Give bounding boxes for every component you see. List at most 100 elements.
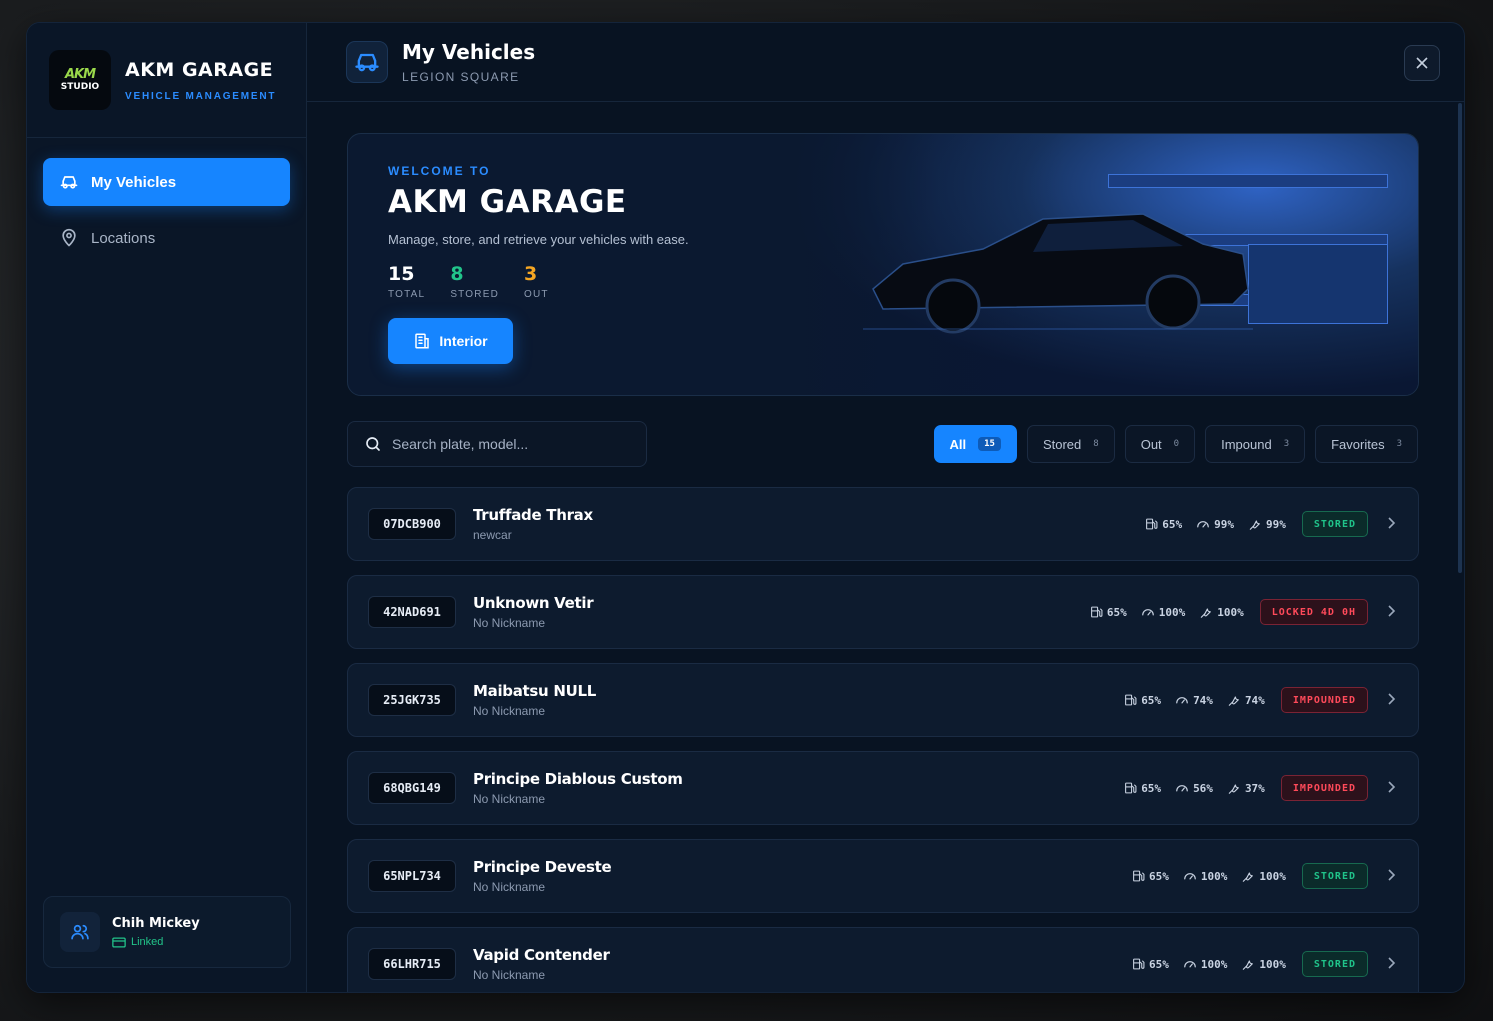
- chevron-right-icon: [1386, 604, 1396, 620]
- fuel-metric: 65%: [1145, 517, 1182, 531]
- fuel-value: 65%: [1149, 957, 1169, 971]
- logo-mark: AKM: [64, 66, 96, 82]
- status-badge: STORED: [1301, 951, 1368, 977]
- interior-button[interactable]: Interior: [388, 318, 513, 364]
- engine-metric: 56%: [1175, 781, 1213, 795]
- vehicle-nickname: No Nickname: [473, 880, 546, 894]
- status-badge: IMPOUNDED: [1280, 775, 1368, 801]
- engine-metric: 100%: [1183, 957, 1227, 971]
- vehicle-row[interactable]: 68QBG149 Principe Diablous Custom No Nic…: [347, 751, 1419, 825]
- filter-label: Favorites: [1331, 436, 1385, 452]
- garage-car-image: [778, 134, 1418, 395]
- vehicle-row[interactable]: 42NAD691 Unknown Vetir No Nickname 65% 1…: [347, 575, 1419, 649]
- stat-stored: 8 STORED: [450, 263, 499, 300]
- plate-badge: 07DCB900: [368, 508, 456, 540]
- chevron-right-icon: [1386, 868, 1396, 884]
- stat-value: 3: [524, 263, 538, 285]
- filter-stored[interactable]: Stored 8: [1026, 425, 1115, 463]
- filter-label: Impound: [1221, 436, 1272, 452]
- fuel-value: 65%: [1162, 517, 1183, 531]
- wrench-icon: [1249, 520, 1260, 530]
- plate-badge: 25JGK735: [368, 684, 456, 716]
- gauge-icon: [1176, 785, 1188, 792]
- user-status-label: Linked: [131, 936, 164, 948]
- map-pin-icon: [62, 228, 76, 247]
- stat-value: 8: [450, 263, 464, 285]
- sidebar-item-my-vehicles[interactable]: My Vehicles: [43, 158, 290, 206]
- chevron-right-icon: [1386, 692, 1396, 708]
- engine-value: 56%: [1193, 781, 1213, 795]
- fuel-icon: [1146, 518, 1158, 530]
- filter-out[interactable]: Out 0: [1124, 425, 1196, 463]
- vehicle-list: 07DCB900 Truffade Thrax newcar 65% 99% 9…: [347, 487, 1419, 992]
- sidebar: AKM STUDIO AKM GARAGE VEHICLE MANAGEMENT…: [27, 23, 307, 992]
- welcome-label: WELCOME TO: [388, 164, 491, 178]
- plate-badge: 68QBG149: [368, 772, 456, 804]
- sidebar-item-locations[interactable]: Locations: [43, 214, 290, 262]
- wrench-icon: [1243, 872, 1254, 882]
- wrench-icon: [1243, 960, 1254, 970]
- engine-value: 100%: [1200, 869, 1228, 883]
- body-value: 100%: [1259, 957, 1286, 971]
- vehicle-row[interactable]: 66LHR715 Vapid Contender No Nickname 65%…: [347, 927, 1419, 992]
- vehicle-metrics: 65% 99% 99% STORED: [1145, 511, 1368, 537]
- vehicle-row[interactable]: 65NPL734 Principe Deveste No Nickname 65…: [347, 839, 1419, 913]
- vehicle-name: Unknown Vetir: [473, 594, 594, 612]
- filter-count: 15: [978, 437, 1001, 451]
- gauge-icon: [1184, 961, 1196, 968]
- plate-badge: 66LHR715: [368, 948, 456, 980]
- hero-title: AKM GARAGE: [388, 184, 627, 220]
- location-subtitle: LEGION SQUARE: [402, 70, 520, 84]
- vehicle-nickname: No Nickname: [473, 704, 546, 718]
- body-value: 100%: [1259, 869, 1286, 883]
- gauge-icon: [1176, 697, 1188, 704]
- filter-favorites[interactable]: Favorites 3: [1315, 425, 1418, 463]
- status-badge: STORED: [1301, 511, 1368, 537]
- fuel-icon: [1133, 958, 1145, 970]
- main-panel: My Vehicles LEGION SQUARE WELCOME TO AKM…: [307, 23, 1464, 992]
- engine-metric: 100%: [1183, 869, 1228, 883]
- sidebar-nav: My Vehicles Locations: [27, 138, 306, 290]
- fuel-metric: 65%: [1124, 693, 1161, 707]
- chevron-right-icon: [1386, 956, 1396, 972]
- body-value: 100%: [1217, 605, 1244, 619]
- stat-label: STORED: [450, 289, 500, 300]
- wrench-icon: [1228, 696, 1239, 706]
- engine-value: 99%: [1214, 517, 1234, 531]
- brand-header: AKM STUDIO AKM GARAGE VEHICLE MANAGEMENT: [27, 23, 306, 138]
- filter-count: 0: [1173, 439, 1180, 449]
- body-metric: 100%: [1241, 957, 1286, 971]
- search-input[interactable]: [392, 436, 632, 452]
- interior-button-label: Interior: [439, 333, 488, 349]
- filter-count: 8: [1093, 439, 1099, 449]
- vehicle-name: Principe Deveste: [473, 858, 612, 876]
- gauge-icon: [1197, 521, 1209, 528]
- scrollbar[interactable]: [1458, 103, 1462, 573]
- plate-badge: 65NPL734: [368, 860, 456, 892]
- vehicle-row[interactable]: 07DCB900 Truffade Thrax newcar 65% 99% 9…: [347, 487, 1419, 561]
- status-badge: LOCKED 4D 0H: [1259, 599, 1368, 625]
- sidebar-item-label: My Vehicles: [91, 173, 177, 191]
- filter-label: Out: [1140, 436, 1162, 452]
- fuel-value: 65%: [1106, 605, 1127, 619]
- studio-logo: AKM STUDIO: [49, 50, 111, 110]
- vehicle-stats: 15 TOTAL 8 STORED 3 OUT: [388, 263, 689, 300]
- filter-all[interactable]: All 15: [933, 425, 1017, 463]
- gauge-icon: [1141, 609, 1154, 616]
- body-metric: 100%: [1241, 869, 1286, 883]
- vehicle-metrics: 65% 100% 100% LOCKED 4D 0H: [1090, 599, 1368, 625]
- wrench-icon: [1201, 608, 1212, 618]
- engine-metric: 100%: [1141, 605, 1185, 619]
- vehicle-nickname: No Nickname: [473, 616, 546, 630]
- close-icon: [1416, 57, 1428, 69]
- close-button[interactable]: [1404, 45, 1440, 81]
- filter-impound[interactable]: Impound 3: [1205, 425, 1306, 463]
- fuel-metric: 65%: [1132, 869, 1169, 883]
- engine-metric: 99%: [1196, 517, 1234, 531]
- vehicle-name: Truffade Thrax: [473, 506, 593, 524]
- vehicle-name: Vapid Contender: [473, 946, 610, 964]
- engine-metric: 74%: [1175, 693, 1213, 707]
- vehicle-row[interactable]: 25JGK735 Maibatsu NULL No Nickname 65% 7…: [347, 663, 1419, 737]
- vehicle-name: Principe Diablous Custom: [473, 770, 683, 788]
- body-metric: 37%: [1227, 781, 1265, 795]
